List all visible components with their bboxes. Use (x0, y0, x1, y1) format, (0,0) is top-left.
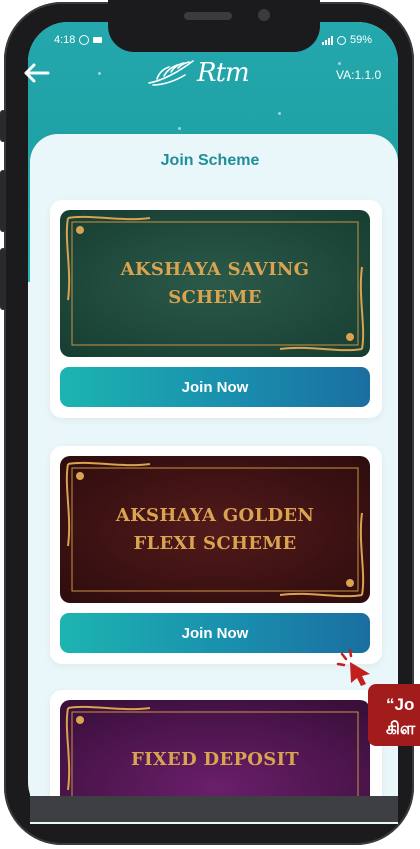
video-icon (93, 37, 103, 43)
scheme-banner[interactable]: AKSHAYA GOLDEN FLEXI SCHEME (60, 456, 370, 603)
instruction-callout: “Jo கிள (368, 684, 420, 746)
speaker-grille (184, 12, 232, 20)
callout-line-2: கிள (386, 719, 416, 738)
status-time: 4:18 (54, 34, 76, 46)
scheme-banner[interactable]: AKSHAYA SAVING SCHEME (60, 210, 370, 357)
back-button[interactable] (22, 62, 50, 84)
tap-hand-icon (336, 648, 370, 686)
system-nav-bar (30, 796, 398, 822)
scheme-card: AKSHAYA GOLDEN FLEXI SCHEME Join Now (50, 446, 382, 664)
logo-text: Rtm (197, 58, 250, 88)
battery-level: 59% (350, 34, 373, 46)
feather-logo-icon (148, 60, 194, 86)
whatsapp-icon (79, 35, 90, 45)
battery-icon (337, 35, 346, 45)
side-button-mute (0, 110, 6, 142)
app-version: VA:1.1.0 (336, 68, 382, 82)
side-button-volume-down (0, 248, 6, 310)
callout-line-1: “Jo (386, 695, 415, 714)
scheme-card: AKSHAYA SAVING SCHEME Join Now (50, 200, 382, 418)
brand-logo: Rtm (147, 54, 259, 92)
sparkle-dot (178, 127, 181, 130)
side-button-volume-up (0, 170, 6, 232)
scheme-name: AKSHAYA GOLDEN FLEXI SCHEME (115, 504, 315, 554)
sparkle-dot (338, 62, 341, 65)
scheme-card: FIXED DEPOSIT (50, 690, 382, 800)
scheme-name: FIXED DEPOSIT (130, 749, 300, 770)
join-now-button[interactable]: Join Now (60, 367, 370, 407)
join-now-button[interactable]: Join Now (60, 613, 370, 653)
scheme-banner[interactable]: FIXED DEPOSIT (60, 700, 370, 800)
scheme-name: AKSHAYA SAVING SCHEME (120, 258, 310, 308)
phone-notch (108, 0, 320, 52)
sparkle-dot (98, 72, 101, 75)
status-bar-right: 59% (322, 34, 372, 46)
front-camera (258, 9, 270, 21)
sparkle-dot (278, 112, 281, 115)
page-title: Join Scheme (160, 152, 260, 169)
status-bar-left: 4:18 (54, 34, 103, 46)
arrow-left-icon (24, 63, 50, 83)
signal-icon (322, 35, 333, 45)
